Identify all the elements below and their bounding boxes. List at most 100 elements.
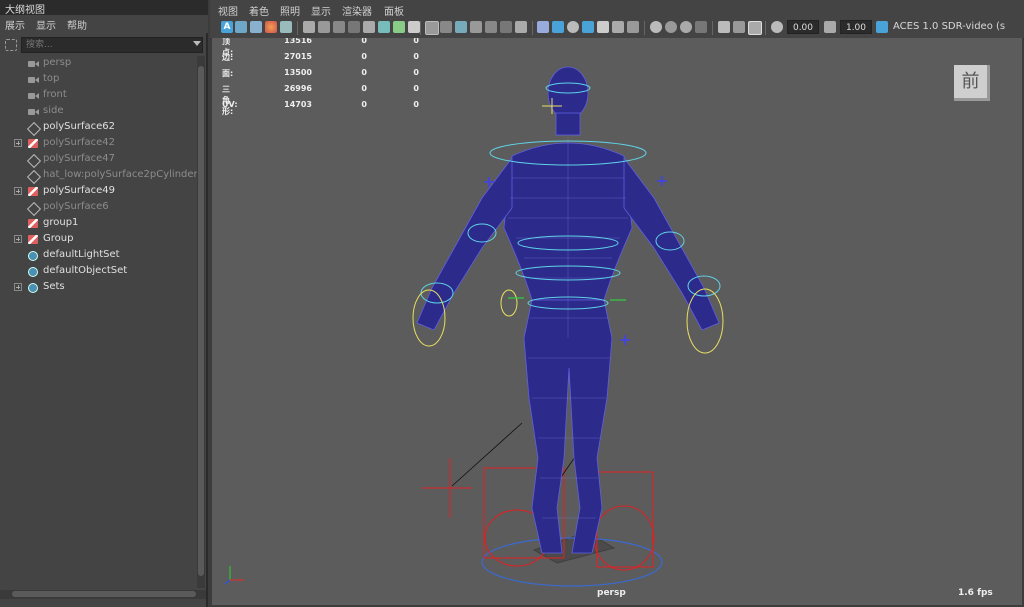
gamma-icon[interactable] [824,21,836,33]
outliner-menu-bar: 展示 显示 帮助 [0,15,208,33]
viewport-menu-bar: 视图 着色 照明 显示 渲染器 面板 [210,0,1024,18]
image-plane-icon[interactable] [265,21,277,33]
outliner-item[interactable]: top [0,72,196,88]
outliner-item[interactable]: defaultLightSet [0,248,196,264]
group-icon [28,219,39,229]
outliner-item[interactable]: hat_low:polySurface2pCylinder1 [0,168,204,184]
outliner-item-label: polySurface42 [43,137,115,148]
grid-icon[interactable] [425,21,439,35]
bookmark-icon[interactable] [250,21,262,33]
xray-joints-icon[interactable] [733,21,745,33]
flat-shade-icon[interactable] [567,21,579,33]
2d-pan-zoom-icon[interactable] [280,21,292,33]
outliner-menu-help[interactable]: 帮助 [67,17,87,32]
filter-icon[interactable] [5,39,17,51]
textured-icon[interactable] [470,21,482,33]
axis-gizmo [224,566,244,585]
isolate-icon[interactable] [718,21,730,33]
outliner-item[interactable]: polySurface62 [0,120,196,136]
select-camera-icon[interactable]: A [221,21,233,33]
outliner-item-label: hat_low:polySurface2pCylinder1 [43,169,205,180]
cube-wireframe-icon[interactable] [537,21,549,33]
motion-blur-icon[interactable] [665,21,677,33]
search-dropdown-icon[interactable] [193,41,201,46]
outliner-vertical-scrollbar[interactable] [197,56,205,588]
color-management-icon[interactable] [876,21,888,33]
outliner-item[interactable]: Group [0,232,196,248]
outliner-item[interactable]: side [0,104,196,120]
heads-up-display-icon[interactable] [440,21,452,33]
outliner-panel: 大纲视图 展示 显示 帮助 persp top front side polySurfa… [0,0,208,607]
menu-lighting[interactable]: 照明 [280,3,300,18]
scrollbar-thumb[interactable] [12,591,196,597]
outliner-item[interactable]: group1 [0,216,196,232]
camera-attributes-icon[interactable] [235,21,247,33]
outliner-title: 大纲视图 [5,5,45,16]
menu-show[interactable]: 显示 [311,3,331,18]
scrollbar-thumb[interactable] [198,66,204,576]
screen-space-ao-icon[interactable] [650,21,662,33]
mesh-icon [28,123,39,133]
hud-value: 0 [361,68,367,77]
gate-mask-icon[interactable] [408,21,420,33]
hud-label-uv: UV: [222,100,238,109]
shadows-icon[interactable] [627,21,639,33]
outliner-horizontal-scrollbar[interactable] [0,590,206,599]
safe-title-icon[interactable] [363,21,375,33]
frame-all-icon[interactable] [748,21,762,35]
film-gate-icon[interactable] [378,21,390,33]
texture-display-icon[interactable] [582,21,594,33]
exposure-icon[interactable] [771,21,783,33]
all-lights-icon[interactable] [597,21,609,33]
expand-icon[interactable] [14,139,22,147]
wireframe-on-shaded-icon[interactable] [485,21,497,33]
outliner-item[interactable]: Sets [0,280,196,296]
outliner-menu-show[interactable]: 展示 [5,17,25,32]
gamma-field[interactable]: 1.00 [840,20,872,34]
scene-canvas[interactable] [212,38,1022,605]
outliner-search-bar [0,36,206,54]
view-cube[interactable]: 前 [954,65,990,101]
anti-aliasing-icon[interactable] [680,21,692,33]
outliner-item-label: top [43,73,60,84]
menu-renderer[interactable]: 渲染器 [342,3,372,18]
hud-value: 0 [413,68,419,77]
color-space-dropdown[interactable]: ACES 1.0 SDR-video (s [893,21,1005,32]
xray-icon[interactable] [500,21,512,33]
exposure-field[interactable]: 0.00 [787,20,819,34]
resolution-gate-icon[interactable] [393,21,405,33]
field-chart-icon[interactable] [333,21,345,33]
hud-value: 0 [413,38,419,45]
outliner-menu-display[interactable]: 显示 [36,17,56,32]
expand-icon[interactable] [14,235,22,243]
camera-gate-icon[interactable] [318,21,330,33]
outliner-item[interactable]: polySurface47 [0,152,196,168]
light-icon[interactable] [612,21,624,33]
menu-shading[interactable]: 着色 [249,3,269,18]
outliner-item[interactable]: front [0,88,196,104]
outliner-search-input[interactable] [21,37,203,53]
fps-display: 1.6 fps [958,588,993,598]
expand-icon[interactable] [14,283,22,291]
toolbar-separator [765,21,766,35]
menu-panels[interactable]: 面板 [384,3,404,18]
smooth-shade-icon[interactable] [552,21,564,33]
outliner-title-bar[interactable]: 大纲视图 [0,0,208,16]
expand-icon[interactable] [14,187,22,195]
menu-view[interactable]: 视图 [218,3,238,18]
grease-pencil-icon[interactable] [303,21,315,33]
safe-action-icon[interactable] [348,21,360,33]
outliner-item[interactable]: polySurface6 [0,200,196,216]
outliner-item[interactable]: polySurface42 [0,136,196,152]
outliner-item[interactable]: persp [0,56,196,72]
isolate-select-icon[interactable] [515,21,527,33]
shaded-icon[interactable] [455,21,467,33]
3d-viewport[interactable]: 顶点: 13516 0 0 边: 27015 0 0 面: 13500 0 0 … [212,38,1022,605]
depth-of-field-icon[interactable] [695,21,707,33]
camera-icon [28,107,39,117]
outliner-item[interactable]: polySurface49 [0,184,196,200]
hud-value: 0 [413,52,419,61]
camera-icon [28,75,39,85]
camera-icon [28,91,39,101]
outliner-item[interactable]: defaultObjectSet [0,264,196,280]
